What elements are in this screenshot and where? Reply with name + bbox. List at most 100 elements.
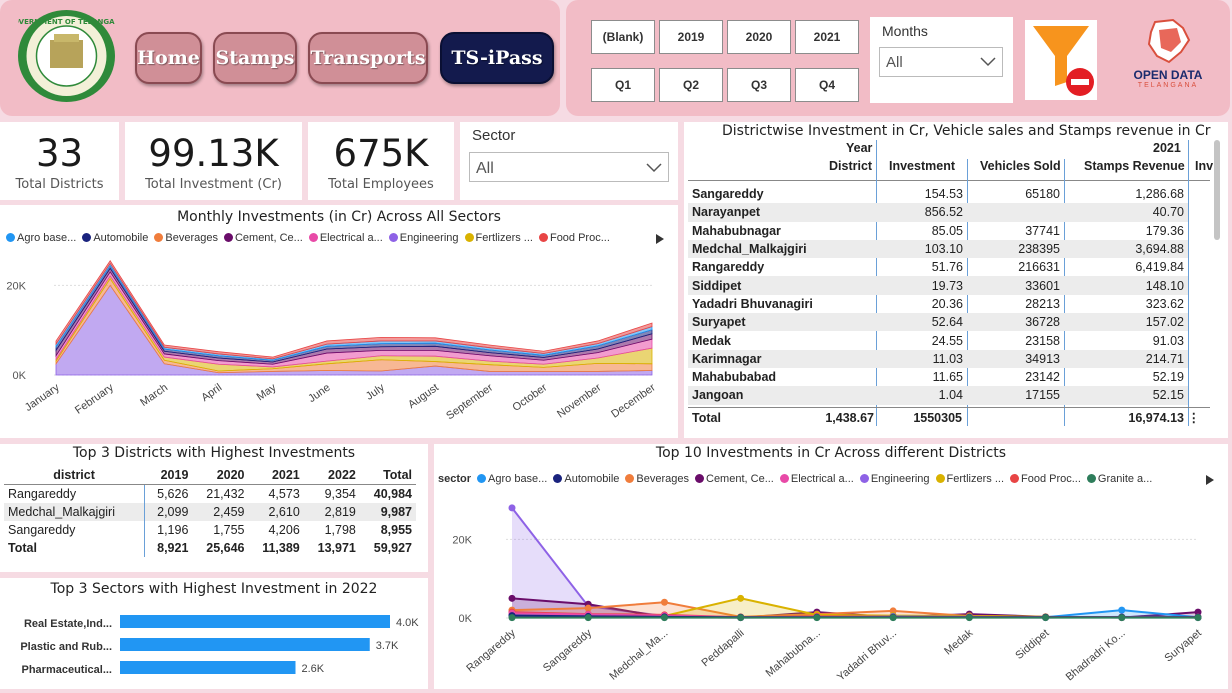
- table-row[interactable]: Medchal_Malkajgiri 103.10 238395 3,694.88: [688, 239, 1188, 259]
- value-cell: 13,971: [317, 541, 356, 555]
- chevron-right-icon[interactable]: [1206, 475, 1214, 485]
- legend-dot-icon: [625, 474, 635, 483]
- legend-item[interactable]: Food Proc...: [538, 232, 610, 244]
- legend-item[interactable]: Cement, Ce...: [223, 232, 303, 244]
- data-point[interactable]: [965, 614, 973, 622]
- table-row[interactable]: Yadadri Bhuvanagiri 20.36 28213 323.62: [688, 295, 1188, 313]
- more-options-icon[interactable]: ⋮: [1188, 410, 1201, 425]
- months-dropdown[interactable]: All: [879, 47, 1003, 77]
- legend-item[interactable]: Electrical a...: [779, 473, 854, 485]
- sector-label: Sector: [472, 127, 516, 144]
- kpi-label: Total Districts: [15, 177, 104, 192]
- data-point[interactable]: [660, 598, 668, 606]
- quarter-q4-button[interactable]: Q4: [795, 68, 859, 102]
- x-tick-label: December: [609, 381, 658, 420]
- data-point[interactable]: [1118, 614, 1126, 622]
- year-blank-button[interactable]: (Blank): [591, 20, 655, 54]
- legend-label: Agro base...: [17, 232, 77, 244]
- data-point[interactable]: [1118, 606, 1126, 614]
- nav-tsipass-button[interactable]: TS-iPass: [440, 32, 554, 84]
- value-cell: 85.05: [931, 223, 963, 238]
- legend-item[interactable]: Engineering: [859, 473, 930, 485]
- table-row[interactable]: Mahabubabad 11.65 23142 52.19: [688, 368, 1188, 386]
- x-tick-label: Rangareddy: [464, 627, 518, 675]
- chevron-right-icon[interactable]: [656, 234, 664, 244]
- value-cell: 11.65: [932, 370, 963, 385]
- value-cell: 856.52: [876, 203, 967, 222]
- legend-dot-icon: [859, 474, 869, 483]
- data-point[interactable]: [737, 614, 745, 622]
- legend-item[interactable]: Automobile: [553, 473, 619, 485]
- table-row[interactable]: Jangoan 1.04 17155 52.15: [688, 386, 1188, 405]
- data-point[interactable]: [584, 614, 592, 622]
- year-value: 2021: [1153, 141, 1181, 155]
- legend-label: Automobile: [93, 232, 149, 244]
- table-title: Districtwise Investment in Cr, Vehicle s…: [722, 123, 1211, 139]
- col-stamps-header[interactable]: Stamps Revenue: [1084, 159, 1185, 173]
- legend-label: Fertlizers ...: [946, 473, 1004, 485]
- value-cell: 9,354: [324, 487, 356, 501]
- district-data-table: Sangareddy 154.53 65180 1,286.68 Narayanpet 8…: [688, 185, 1188, 405]
- table-row[interactable]: Medak 24.55 23158 91.03: [688, 331, 1188, 349]
- district-cell: Suryapet: [688, 313, 876, 332]
- data-point[interactable]: [508, 614, 516, 622]
- clear-filter-button[interactable]: [1025, 20, 1097, 100]
- legend-item[interactable]: Fertlizers ...: [464, 232, 533, 244]
- kpi-value: 99.13K: [148, 132, 279, 175]
- year-2021-button[interactable]: 2021: [795, 20, 859, 54]
- legend-item[interactable]: Agro base...: [6, 232, 76, 244]
- bar[interactable]: [120, 661, 296, 674]
- total-investment: 1,438.67: [825, 411, 874, 425]
- nav-transports-button[interactable]: Transports: [308, 32, 428, 84]
- data-point[interactable]: [508, 594, 516, 602]
- table-row[interactable]: Rangareddy 5,626 21,432 4,573 9,354 40,984: [4, 484, 416, 503]
- table-row[interactable]: Medchal_Malkajgiri 2,099 2,459 2,610 2,819 9,…: [4, 503, 416, 521]
- legend-item[interactable]: Agro base...: [477, 473, 547, 485]
- table-row[interactable]: Siddipet 19.73 33601 148.10: [688, 276, 1188, 295]
- col-vehicles-header[interactable]: Vehicles Sold: [980, 159, 1061, 173]
- legend-item[interactable]: Granite a...: [1086, 473, 1152, 485]
- table-row[interactable]: Sangareddy 154.53 65180 1,286.68: [688, 185, 1188, 203]
- table-row[interactable]: Sangareddy 1,196 1,755 4,206 1,798 8,955: [4, 521, 416, 539]
- legend-item[interactable]: Engineering: [388, 232, 459, 244]
- table-row[interactable]: Narayanpet 856.52 40.70: [688, 203, 1188, 222]
- legend-item[interactable]: Beverages: [625, 473, 689, 485]
- quarter-q1-button[interactable]: Q1: [591, 68, 655, 102]
- nav-stamps-button[interactable]: Stamps: [213, 32, 297, 84]
- table-row[interactable]: Suryapet 52.64 36728 157.02: [688, 313, 1188, 332]
- vertical-scrollbar[interactable]: [1214, 140, 1220, 240]
- table-row[interactable]: Mahabubnagar 85.05 37741 179.36: [688, 222, 1188, 240]
- data-point[interactable]: [813, 614, 821, 622]
- data-point[interactable]: [508, 504, 516, 512]
- year-2019-button[interactable]: 2019: [659, 20, 723, 54]
- value-cell: 52.15: [1064, 386, 1188, 405]
- x-tick-label: November: [555, 381, 604, 420]
- value-cell: 65180: [1025, 187, 1060, 202]
- district-cell: Sangareddy: [692, 187, 764, 202]
- bar[interactable]: [120, 638, 370, 651]
- bar[interactable]: [120, 615, 390, 628]
- data-point[interactable]: [1194, 614, 1202, 622]
- legend-item[interactable]: Fertlizers ...: [935, 473, 1004, 485]
- data-point[interactable]: [660, 614, 668, 622]
- data-point[interactable]: [1042, 614, 1050, 622]
- legend-item[interactable]: Automobile: [82, 232, 148, 244]
- table-row[interactable]: Karimnagar 11.03 34913 214.71: [688, 349, 1188, 368]
- col-inv-header[interactable]: Inv: [1195, 159, 1213, 173]
- data-point[interactable]: [889, 614, 897, 622]
- quarter-q2-button[interactable]: Q2: [659, 68, 723, 102]
- sector-dropdown[interactable]: All: [469, 152, 669, 182]
- legend-item[interactable]: Electrical a...: [308, 232, 383, 244]
- col-investment-header[interactable]: Investment: [889, 159, 955, 173]
- district-table-visual: Districtwise Investment in Cr, Vehicle s…: [684, 122, 1228, 438]
- line-series[interactable]: [511, 507, 1199, 619]
- data-point[interactable]: [737, 594, 745, 602]
- legend-label: Food Proc...: [1021, 473, 1081, 485]
- year-2020-button[interactable]: 2020: [727, 20, 791, 54]
- quarter-q3-button[interactable]: Q3: [727, 68, 791, 102]
- legend-item[interactable]: Cement, Ce...: [695, 473, 774, 485]
- legend-item[interactable]: Food Proc...: [1010, 473, 1081, 485]
- nav-home-button[interactable]: Home: [135, 32, 202, 84]
- legend-item[interactable]: Beverages: [154, 232, 218, 244]
- table-row[interactable]: Rangareddy 51.76 216631 6,419.84: [688, 258, 1188, 276]
